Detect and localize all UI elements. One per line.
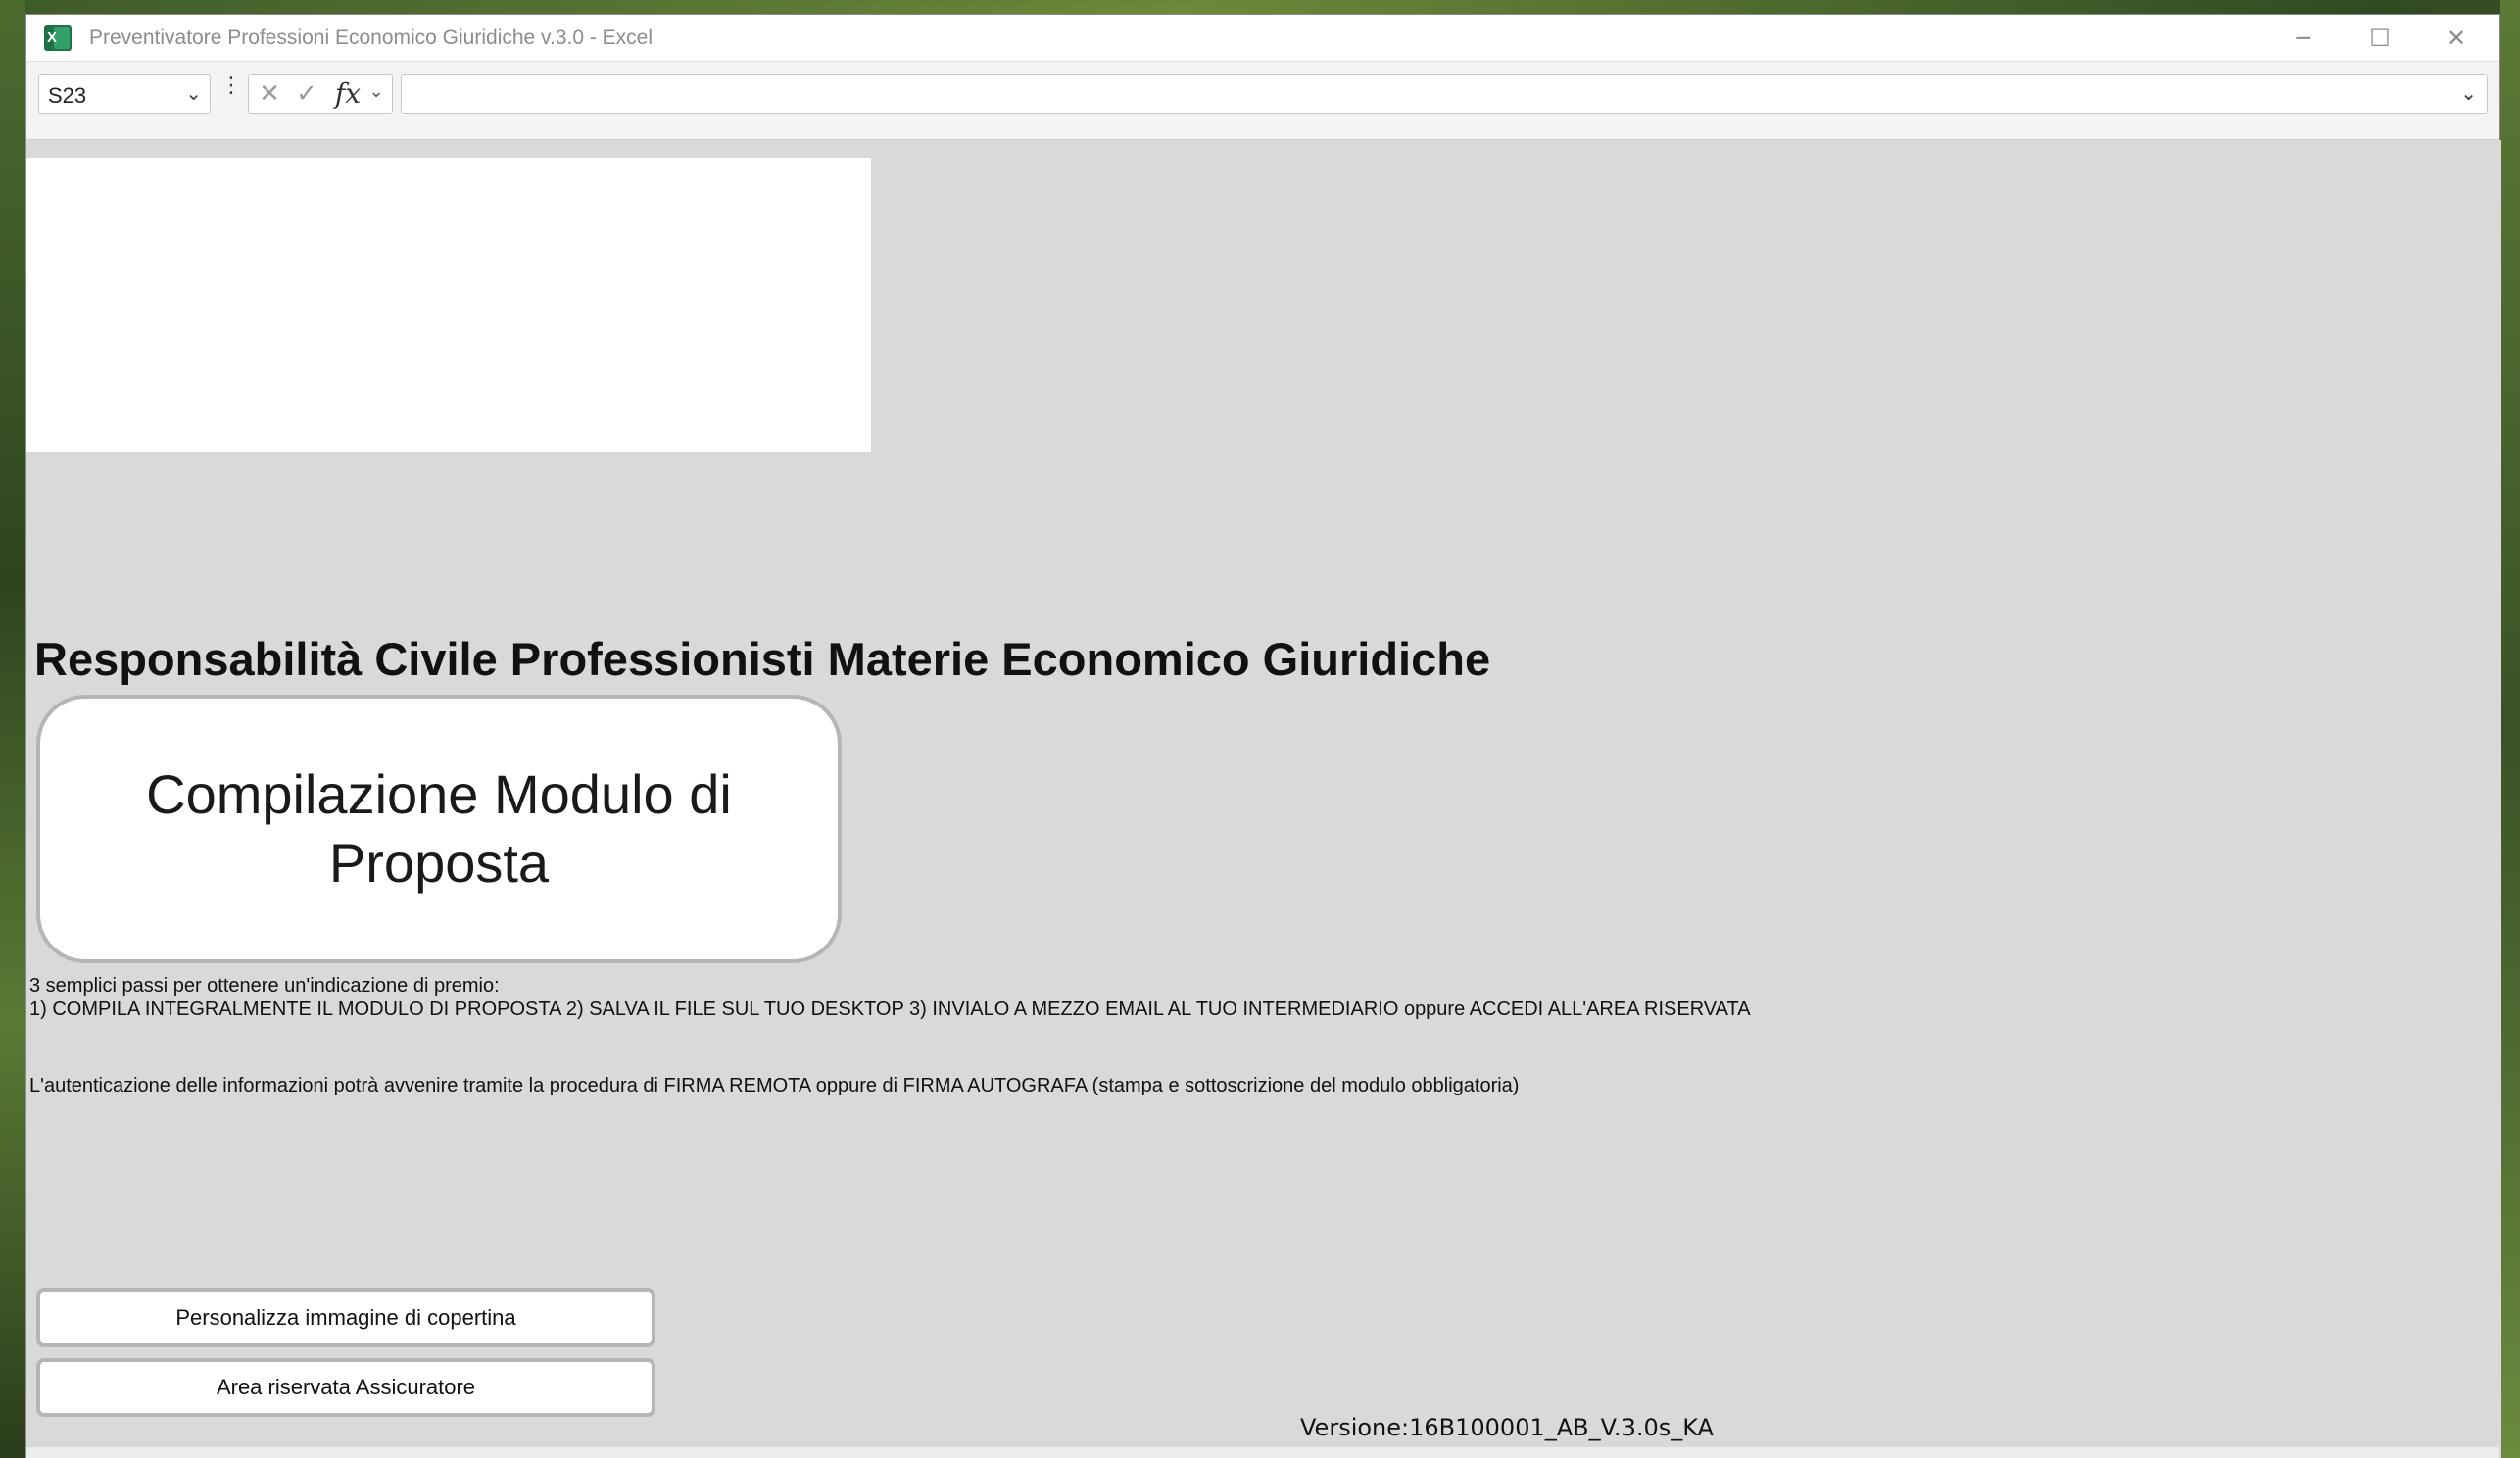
formula-input[interactable]: ⌄	[401, 74, 2488, 114]
steps-intro-text: 3 semplici passi per ottenere un'indicaz…	[29, 975, 500, 996]
maximize-button[interactable]: ☐	[2343, 15, 2417, 62]
title-bar[interactable]: X Preventivatore Professioni Economico G…	[26, 15, 2499, 62]
window-bottom-edge	[26, 1447, 2499, 1458]
desktop-wallpaper-right	[2500, 0, 2520, 1458]
compile-proposal-label: Compilazione Modulo di Proposta	[146, 763, 732, 894]
steps-text: 1) COMPILA INTEGRALMENTE IL MODULO DI PR…	[29, 998, 1751, 1020]
minimize-button[interactable]: ─	[2266, 15, 2341, 62]
formula-bar: S23 ⌄ ⋮ ✕ ✓ fx ⌄ ⌄	[26, 62, 2499, 140]
chevron-down-icon[interactable]: ⌄	[185, 81, 202, 105]
authentication-text: L'autenticazione delle informazioni potr…	[29, 1075, 1520, 1096]
excel-window: X Preventivatore Professioni Economico G…	[25, 14, 2501, 1458]
more-options-icon[interactable]: ⋮	[220, 73, 242, 113]
insurer-area-button[interactable]: Area riservata Assicuratore	[36, 1358, 655, 1417]
cancel-icon[interactable]: ✕	[253, 79, 286, 111]
page-title: Responsabilità Civile Professionisti Mat…	[34, 633, 1491, 685]
customize-cover-button[interactable]: Personalizza immagine di copertina	[36, 1288, 655, 1347]
compile-proposal-button[interactable]: Compilazione Modulo di Proposta	[36, 695, 842, 963]
window-title: Preventivatore Professioni Economico Giu…	[89, 26, 654, 49]
worksheet[interactable]: Responsabilità Civile Professionisti Mat…	[26, 140, 2501, 1458]
name-box-value: S23	[48, 83, 87, 108]
formula-actions: ✕ ✓ fx ⌄	[248, 74, 393, 114]
function-dropdown-icon[interactable]: ⌄	[364, 81, 388, 109]
version-label: Versione:16B100001_AB_V.3.0s_KA	[1300, 1414, 1714, 1441]
excel-icon: X	[44, 25, 72, 51]
desktop-wallpaper-left	[0, 0, 25, 1458]
expand-formula-icon[interactable]: ⌄	[2460, 81, 2477, 105]
name-box[interactable]: S23 ⌄	[38, 74, 211, 114]
enter-icon[interactable]: ✓	[290, 79, 323, 111]
cover-image	[26, 158, 871, 452]
insert-function-icon[interactable]: fx	[331, 77, 364, 110]
close-button[interactable]: ✕	[2419, 15, 2494, 62]
